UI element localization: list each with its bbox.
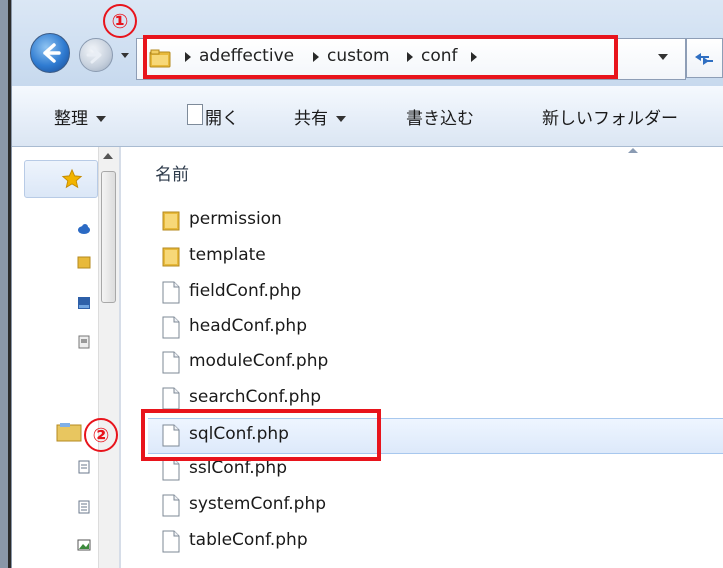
forward-button[interactable]	[79, 38, 113, 72]
list-item[interactable]: moduleConf.php	[152, 346, 723, 380]
list-item[interactable]: permission	[152, 204, 723, 238]
file-icon	[162, 458, 180, 481]
refresh-icon	[695, 53, 713, 65]
cloud-icon[interactable]	[77, 222, 91, 236]
scrollbar-thumb[interactable]	[101, 171, 116, 303]
annotation-marker-1: ①	[103, 4, 137, 38]
new-folder-button[interactable]: 新しいフォルダー	[542, 104, 678, 129]
recent-places-icon[interactable]	[77, 335, 91, 349]
back-arrow-icon	[43, 43, 61, 63]
share-label: 共有	[294, 109, 328, 129]
pictures-icon[interactable]	[77, 538, 91, 552]
desktop-icon[interactable]	[77, 296, 91, 310]
file-name: template	[189, 245, 266, 265]
file-icon	[162, 316, 180, 339]
history-dropdown-icon[interactable]	[120, 50, 130, 60]
list-item[interactable]: fieldConf.php	[152, 276, 723, 310]
back-button[interactable]	[30, 33, 70, 73]
list-item[interactable]: systemConf.php	[152, 489, 723, 523]
sort-ascending-icon	[628, 148, 638, 153]
libraries-icon[interactable]	[56, 422, 82, 442]
open-button[interactable]: 開く	[205, 104, 239, 129]
chevron-down-icon	[96, 116, 106, 122]
highlight-sqlconf	[141, 409, 381, 461]
list-item[interactable]: headConf.php	[152, 311, 723, 345]
document-icon	[187, 104, 203, 125]
scroll-up-icon[interactable]	[103, 153, 113, 159]
column-header-name[interactable]: 名前	[155, 160, 189, 185]
file-name: searchConf.php	[189, 387, 322, 407]
folder-icon	[162, 211, 180, 231]
chevron-down-icon	[336, 116, 346, 122]
pane-divider[interactable]	[119, 147, 121, 568]
document-icon[interactable]	[77, 500, 91, 514]
list-item[interactable]: template	[152, 240, 723, 274]
file-icon	[162, 387, 180, 410]
file-name: tableConf.php	[189, 530, 308, 550]
file-icon	[162, 494, 180, 517]
forward-arrow-icon	[86, 46, 102, 64]
refresh-button[interactable]	[686, 38, 723, 78]
list-item[interactable]: tableConf.php	[152, 525, 723, 559]
nav-scrollbar[interactable]	[98, 147, 119, 568]
organize-label: 整理	[54, 109, 88, 129]
highlight-address-bar	[143, 35, 618, 79]
nav-item-favorites[interactable]	[24, 160, 98, 198]
file-icon	[162, 281, 180, 304]
file-icon	[162, 530, 180, 553]
file-name: moduleConf.php	[189, 351, 329, 371]
file-name: fieldConf.php	[189, 281, 302, 301]
organize-button[interactable]: 整理	[54, 104, 106, 129]
address-dropdown-icon[interactable]	[658, 54, 668, 60]
burn-button[interactable]: 書き込む	[406, 104, 474, 129]
documents-icon[interactable]	[77, 460, 91, 474]
command-toolbar: 整理 開く 共有 書き込む 新しいフォルダー	[12, 86, 723, 147]
file-name: sslConf.php	[189, 458, 287, 478]
star-icon	[61, 168, 83, 189]
annotation-marker-2: ②	[84, 418, 118, 452]
folder-icon	[162, 247, 180, 267]
share-button[interactable]: 共有	[294, 104, 346, 129]
file-name: headConf.php	[189, 316, 307, 336]
file-name: systemConf.php	[189, 494, 327, 514]
file-icon	[162, 351, 180, 374]
folder-icon[interactable]	[77, 255, 91, 269]
window-frame-edge	[8, 0, 11, 568]
file-name: permission	[189, 209, 282, 229]
